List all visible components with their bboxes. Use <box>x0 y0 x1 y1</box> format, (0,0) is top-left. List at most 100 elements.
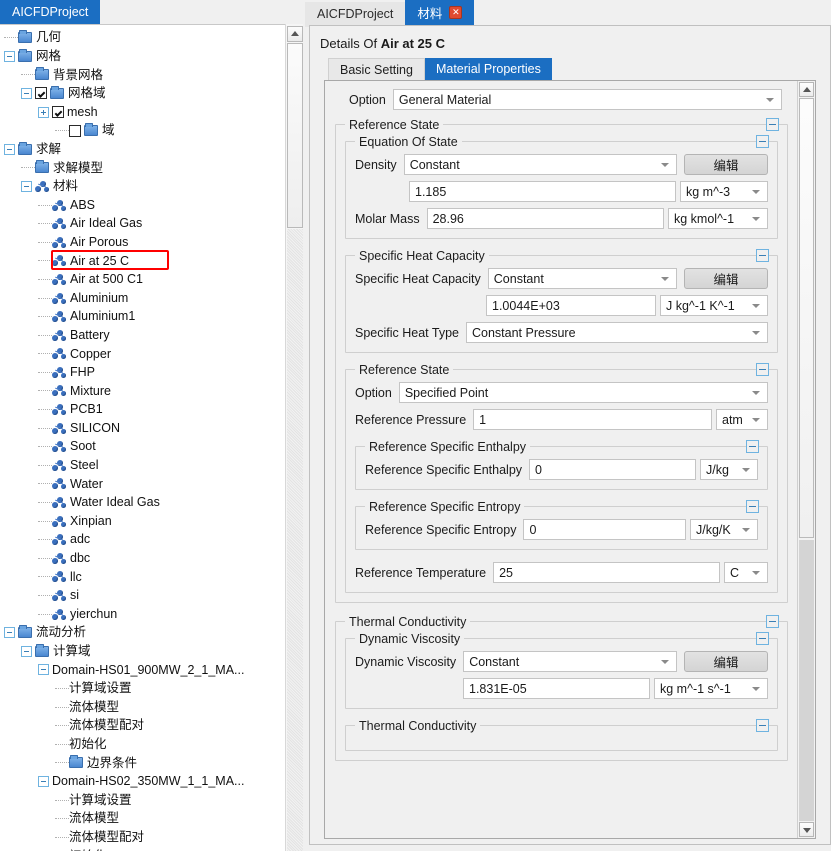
collapse-toggle[interactable] <box>756 363 769 376</box>
density-unit-select[interactable]: kg m^-3 <box>680 181 768 202</box>
tree-item[interactable]: mesh <box>0 102 285 121</box>
tab-aicfdproject[interactable]: AICFDProject <box>305 1 406 27</box>
tree-item[interactable]: 求解 <box>0 140 285 159</box>
collapse-toggle[interactable] <box>746 440 759 453</box>
collapse-toggle[interactable] <box>4 627 15 639</box>
molar-mass-unit-select[interactable]: kg kmol^-1 <box>668 208 768 229</box>
tab-aicfdproject-left[interactable]: AICFDProject <box>0 0 101 24</box>
tree-item[interactable]: Aluminium <box>0 288 285 307</box>
tree-item[interactable]: 几何 <box>0 28 285 47</box>
tree-item[interactable]: 流体模型配对 <box>0 716 285 735</box>
tree-item[interactable]: FHP <box>0 363 285 382</box>
tree-item[interactable]: 材料 <box>0 177 285 196</box>
tree-checkbox[interactable] <box>35 87 47 100</box>
tab-material[interactable]: 材料 ✕ <box>405 0 475 25</box>
reference-temperature-unit-select[interactable]: C <box>724 562 768 583</box>
density-value-input[interactable]: 1.185 <box>409 181 676 202</box>
tree-item[interactable]: 边界条件 <box>0 753 285 772</box>
dynamic-viscosity-edit-button[interactable]: 编辑 <box>684 651 768 672</box>
tree-item[interactable]: 网格 <box>0 47 285 66</box>
reference-specific-enthalpy-unit-select[interactable]: J/kg <box>700 459 758 480</box>
scrollbar-thumb[interactable] <box>287 43 303 228</box>
tree-item[interactable]: ABS <box>0 195 285 214</box>
reference-specific-entropy-input[interactable]: 0 <box>523 519 686 540</box>
tree-item[interactable]: 求解模型 <box>0 158 285 177</box>
tree-item[interactable]: Copper <box>0 344 285 363</box>
dynamic-viscosity-method-select[interactable]: Constant <box>463 651 677 672</box>
shc-edit-button[interactable]: 编辑 <box>684 268 768 289</box>
tree-item[interactable]: Water <box>0 474 285 493</box>
tree-item[interactable]: Air Porous <box>0 233 285 252</box>
tree-item[interactable]: si <box>0 586 285 605</box>
option-select[interactable]: General Material <box>392 89 782 110</box>
tree-item[interactable]: Aluminium1 <box>0 307 285 326</box>
scrollbar-track[interactable] <box>799 540 814 821</box>
collapse-toggle[interactable] <box>21 87 32 99</box>
collapse-toggle[interactable] <box>4 50 15 62</box>
tree-item[interactable]: 流体模型配对 <box>0 828 285 847</box>
collapse-toggle[interactable] <box>21 180 32 192</box>
tree-item[interactable]: Battery <box>0 326 285 345</box>
reference-pressure-unit-select[interactable]: atm <box>716 409 768 430</box>
tree-item[interactable]: 流体模型 <box>0 809 285 828</box>
scrollbar-track[interactable] <box>287 229 303 851</box>
tree-item[interactable]: Air Ideal Gas <box>0 214 285 233</box>
tree-item[interactable]: 流动分析 <box>0 623 285 642</box>
tree-item[interactable]: Domain-HS01_900MW_2_1_MA... <box>0 660 285 679</box>
tree-item[interactable]: 计算域 <box>0 642 285 661</box>
collapse-toggle[interactable] <box>38 775 49 787</box>
reference-specific-enthalpy-input[interactable]: 0 <box>529 459 696 480</box>
tree-item[interactable]: Domain-HS02_350MW_1_1_MA... <box>0 772 285 791</box>
scrollbar-thumb[interactable] <box>799 98 814 538</box>
scroll-up-button[interactable] <box>799 82 814 97</box>
density-method-select[interactable]: Constant <box>403 154 677 175</box>
form-vertical-scrollbar[interactable] <box>797 81 815 838</box>
tree-item[interactable]: 初始化 <box>0 846 285 851</box>
tree-item[interactable]: Air at 500 C1 <box>0 270 285 289</box>
collapse-toggle[interactable] <box>38 664 49 676</box>
collapse-toggle[interactable] <box>756 719 769 732</box>
tree-item[interactable]: 网格域 <box>0 84 285 103</box>
tree-item[interactable]: yierchun <box>0 604 285 623</box>
ref-option-select[interactable]: Specified Point <box>398 382 768 403</box>
tree-item[interactable]: 计算域设置 <box>0 790 285 809</box>
tree-item[interactable]: Soot <box>0 437 285 456</box>
reference-pressure-input[interactable]: 1 <box>473 409 712 430</box>
tree-item[interactable]: 计算域设置 <box>0 679 285 698</box>
tree-checkbox[interactable] <box>69 124 81 137</box>
density-edit-button[interactable]: 编辑 <box>684 154 768 175</box>
collapse-toggle[interactable] <box>756 249 769 262</box>
collapse-toggle[interactable] <box>4 143 15 155</box>
tree-item[interactable]: adc <box>0 530 285 549</box>
shc-unit-select[interactable]: J kg^-1 K^-1 <box>660 295 768 316</box>
tree-item[interactable]: Xinpian <box>0 511 285 530</box>
tree-item[interactable]: dbc <box>0 549 285 568</box>
dynamic-viscosity-value-input[interactable]: 1.831E-05 <box>463 678 650 699</box>
collapse-toggle[interactable] <box>756 632 769 645</box>
specific-heat-type-select[interactable]: Constant Pressure <box>466 322 768 343</box>
scroll-down-button[interactable] <box>799 822 814 837</box>
tree-item[interactable]: 背景网格 <box>0 65 285 84</box>
reference-temperature-input[interactable]: 25 <box>493 562 720 583</box>
collapse-toggle[interactable] <box>746 500 759 513</box>
scroll-up-button[interactable] <box>287 26 303 42</box>
tree-item[interactable]: llc <box>0 567 285 586</box>
collapse-toggle[interactable] <box>766 118 779 131</box>
collapse-toggle[interactable] <box>21 645 32 657</box>
collapse-toggle[interactable] <box>766 615 779 628</box>
expand-toggle[interactable] <box>38 106 49 118</box>
close-icon[interactable]: ✕ <box>449 6 463 19</box>
tree-item[interactable]: Water Ideal Gas <box>0 493 285 512</box>
tree-item[interactable]: Air at 25 C <box>0 251 285 270</box>
molar-mass-input[interactable]: 28.96 <box>426 208 664 229</box>
tree-vertical-scrollbar[interactable] <box>285 24 303 851</box>
tree-item[interactable]: Mixture <box>0 381 285 400</box>
tree-item[interactable]: Steel <box>0 456 285 475</box>
tree-item[interactable]: 流体模型 <box>0 697 285 716</box>
tree-checkbox[interactable] <box>52 106 64 119</box>
tree-item[interactable]: 域 <box>0 121 285 140</box>
tab-basic-setting[interactable]: Basic Setting <box>328 58 425 80</box>
reference-specific-entropy-unit-select[interactable]: J/kg/K <box>690 519 758 540</box>
shc-value-input[interactable]: 1.0044E+03 <box>486 295 656 316</box>
tree-item[interactable]: SILICON <box>0 418 285 437</box>
